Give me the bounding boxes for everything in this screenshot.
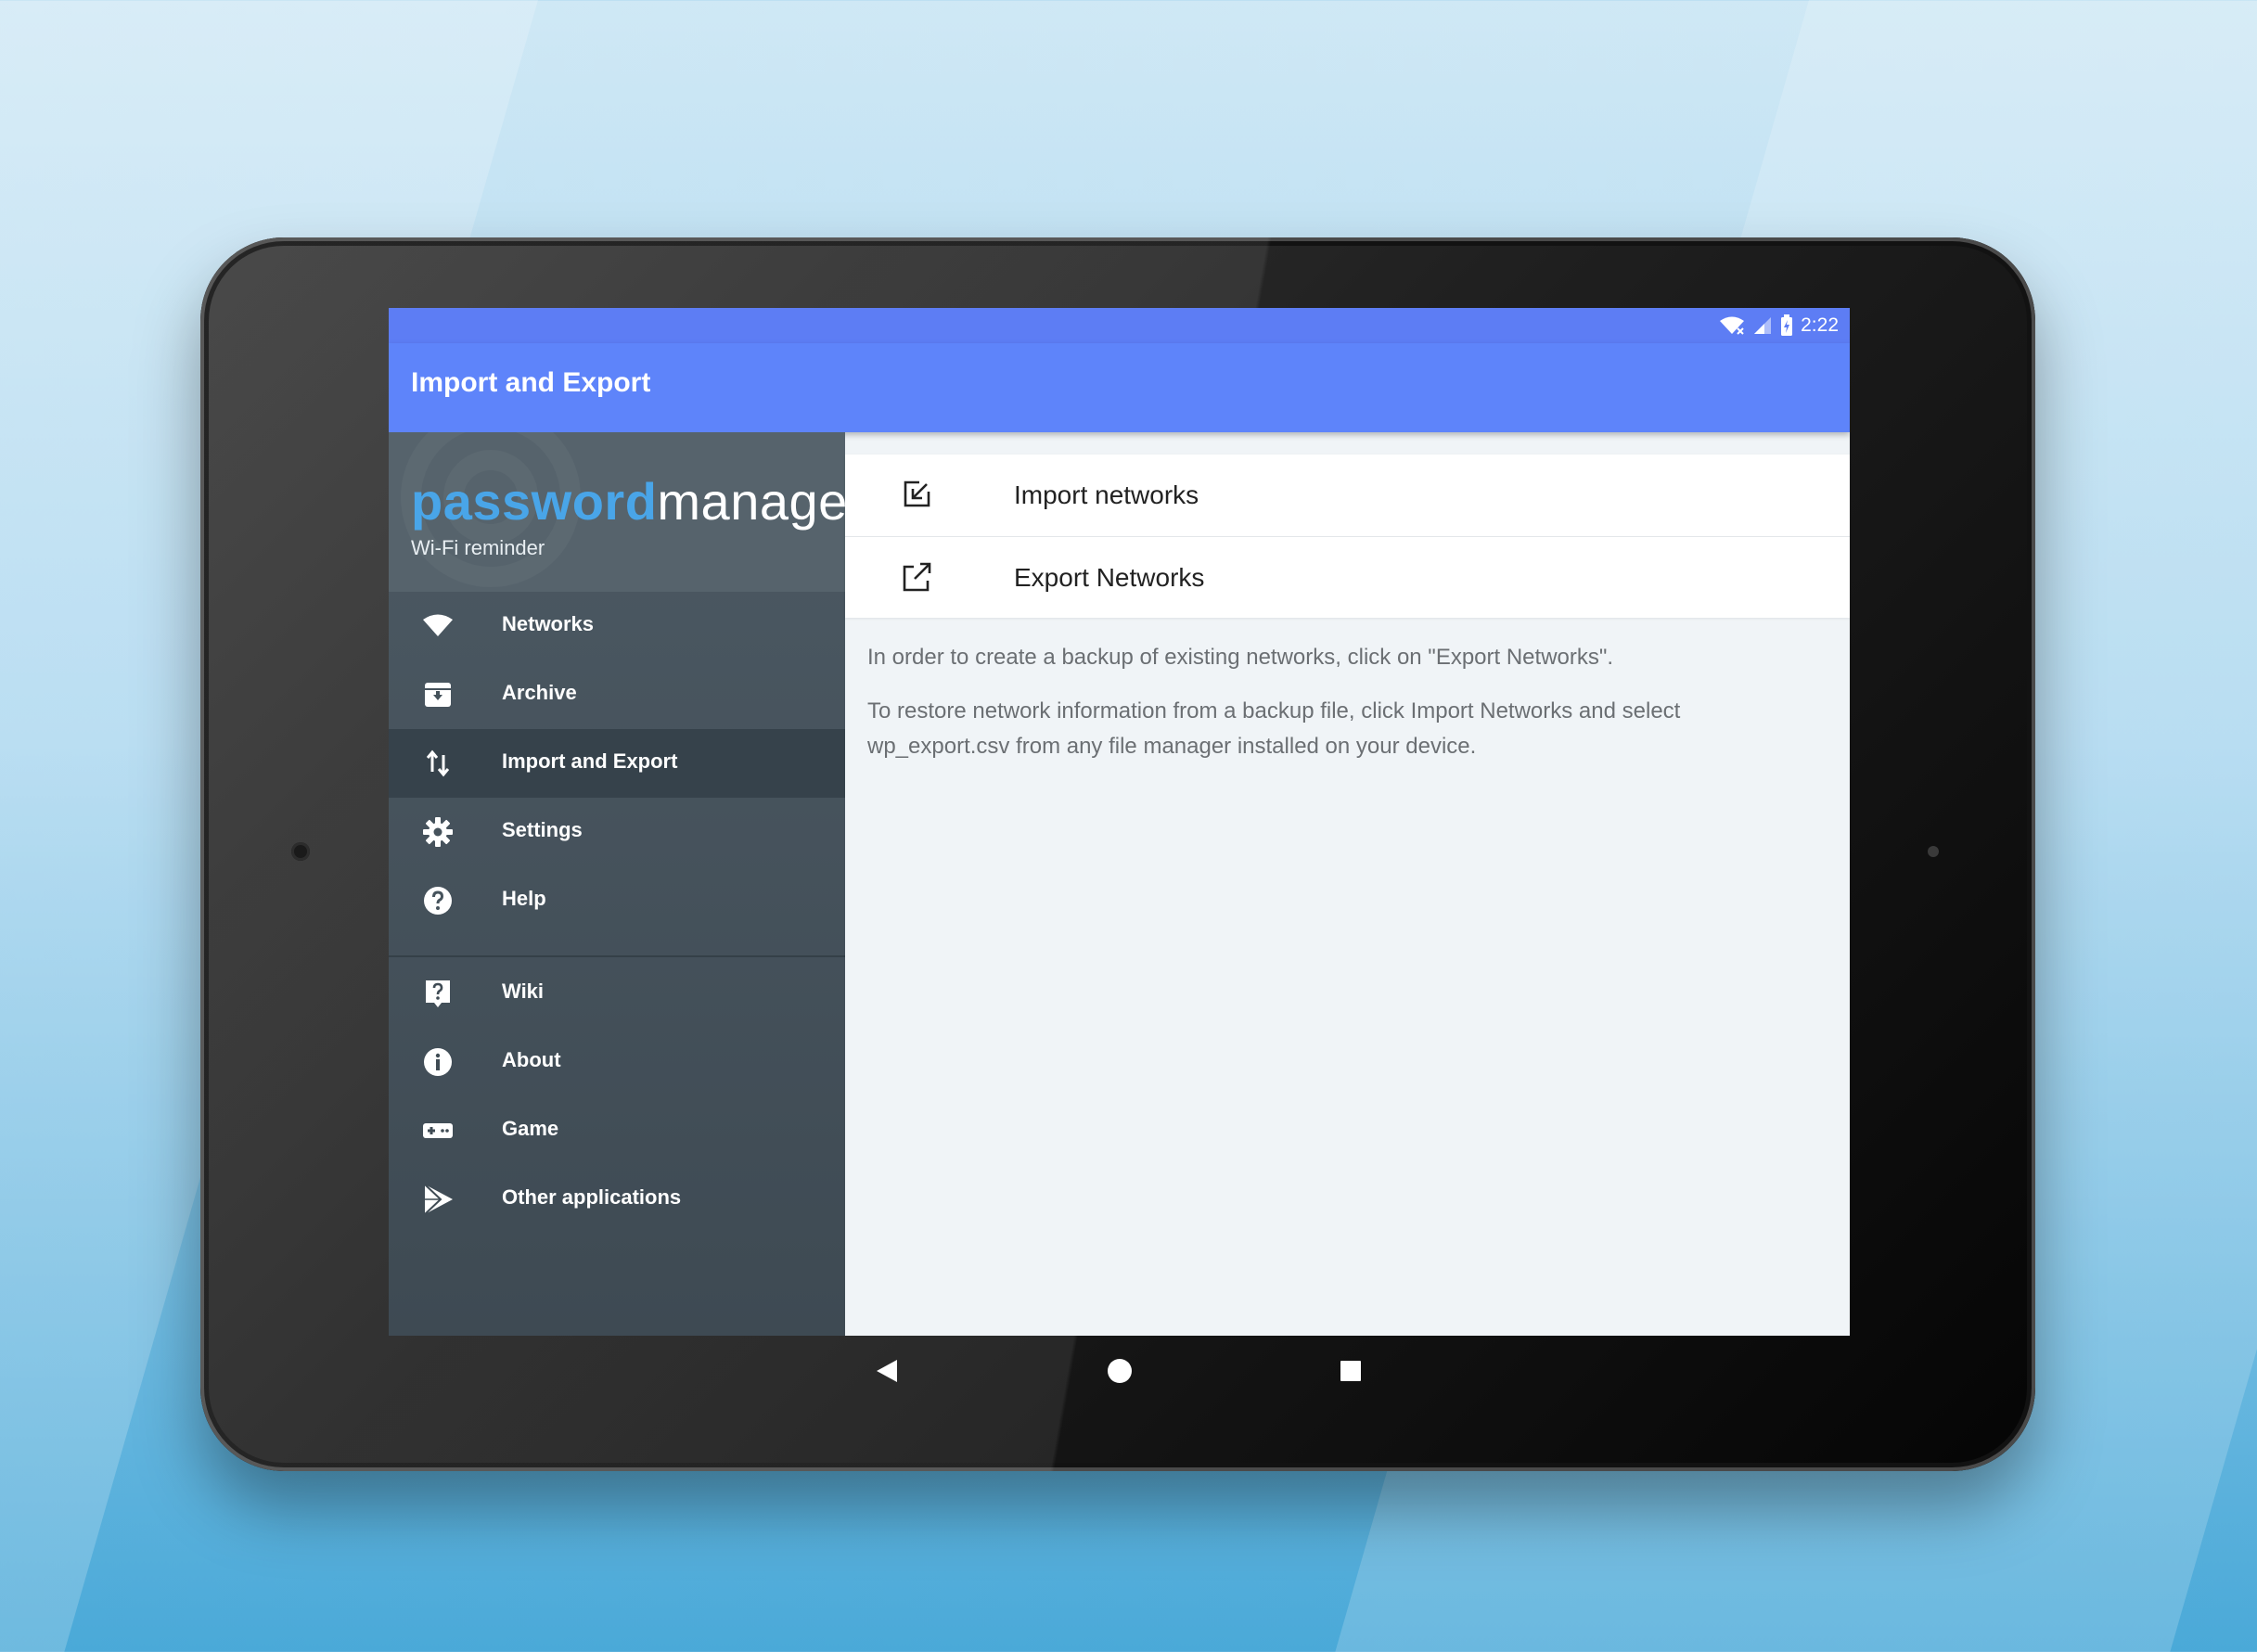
gamepad-icon (423, 1123, 453, 1138)
device-screen: 2:22 Import and Export passwordmanager W… (389, 308, 1850, 1336)
import-networks-label: Import networks (1014, 480, 1199, 509)
signal-icon (1754, 317, 1772, 334)
drawer-item-settings[interactable]: Settings (389, 798, 845, 866)
drawer-item-label: Wiki (502, 980, 545, 1003)
drawer-item-other-applications[interactable]: Other applications (389, 1165, 845, 1234)
drawer-item-import-export[interactable]: Import and Export (389, 729, 845, 798)
battery-icon (1781, 314, 1793, 336)
info-text-export: In order to create a backup of existing … (867, 645, 1614, 670)
light-sensor (1928, 846, 1939, 857)
app-toolbar: Import and Export (389, 343, 1850, 432)
navigation-drawer: passwordmanager Wi-Fi reminder Networks … (389, 432, 845, 1336)
status-time: 2:22 (1801, 314, 1839, 336)
system-navigation-bar (389, 1336, 1850, 1404)
brand-manager: manager (657, 472, 845, 531)
archive-icon (425, 683, 451, 707)
back-icon[interactable] (875, 1358, 899, 1384)
info-icon (424, 1048, 452, 1076)
drawer-item-label: Import and Export (502, 749, 678, 773)
gear-icon (423, 817, 453, 847)
drawer-header: passwordmanager Wi-Fi reminder (389, 432, 845, 592)
import-export-icon (426, 749, 450, 777)
drawer-item-archive[interactable]: Archive (389, 660, 845, 729)
recents-icon[interactable] (1340, 1360, 1362, 1382)
import-icon (904, 480, 930, 507)
drawer-item-label: Networks (502, 612, 595, 635)
drawer-item-about[interactable]: About (389, 1028, 845, 1096)
drawer-item-label: Other applications (502, 1185, 682, 1209)
drawer-item-game[interactable]: Game (389, 1096, 845, 1165)
drawer-item-help[interactable]: Help (389, 866, 845, 935)
import-networks-row[interactable]: Import networks (845, 455, 1850, 536)
drawer-item-label: Help (502, 887, 546, 910)
brand-subtitle: Wi-Fi reminder (411, 536, 545, 559)
wifi-status-icon (1720, 316, 1745, 335)
action-card: Import networks Export Networks (845, 455, 1850, 618)
wifi-icon (423, 614, 453, 636)
play-store-icon (424, 1184, 453, 1215)
drawer-item-label: About (502, 1048, 561, 1071)
export-icon (903, 562, 931, 592)
export-networks-row[interactable]: Export Networks (845, 537, 1850, 619)
drawer-item-label: Game (502, 1117, 559, 1140)
drawer-item-networks[interactable]: Networks (389, 592, 845, 660)
drawer-divider (389, 955, 845, 957)
wiki-icon (426, 980, 450, 1007)
info-text-import: To restore network information from a ba… (867, 698, 1681, 759)
help-icon (424, 887, 452, 915)
drawer-item-label: Settings (502, 818, 583, 841)
main-content: Import networks Export Networks In order… (845, 432, 1850, 1336)
page-title: Import and Export (411, 367, 651, 398)
front-camera (291, 842, 310, 861)
drawer-item-label: Archive (502, 681, 577, 704)
brand-password: password (411, 472, 658, 531)
drawer-item-wiki[interactable]: Wiki (389, 959, 845, 1028)
app-brand: passwordmanager (411, 471, 845, 531)
status-bar: 2:22 (389, 308, 1850, 343)
export-networks-label: Export Networks (1014, 563, 1205, 592)
home-icon[interactable] (1107, 1358, 1133, 1384)
